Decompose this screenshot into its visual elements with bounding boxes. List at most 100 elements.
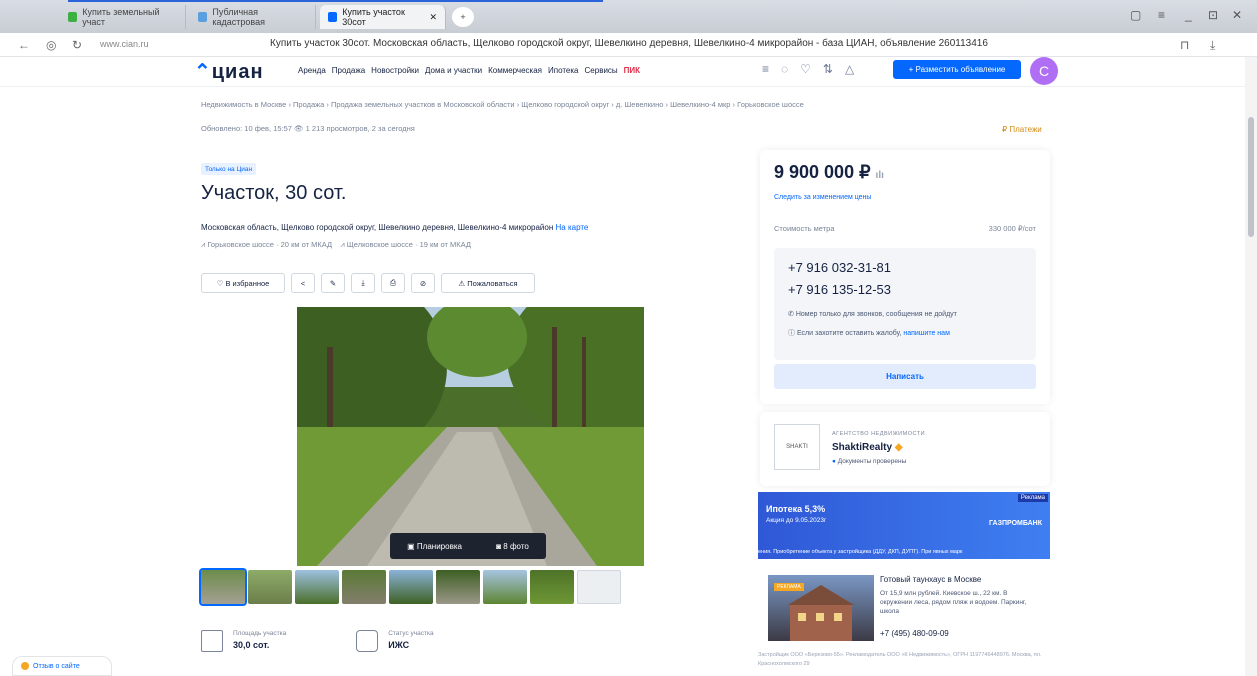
ad-phone[interactable]: +7 (495) 480-09-09 (880, 629, 949, 638)
feedback-button[interactable]: Отзыв о сайте (12, 656, 112, 676)
thumbnail[interactable] (248, 570, 292, 604)
cian-logo[interactable]: ⌃циан (194, 59, 264, 84)
back-icon[interactable]: ← (18, 38, 30, 52)
thumbnail[interactable] (389, 570, 433, 604)
browser-tabbar: Купить земельный участ Публичная кадастр… (0, 0, 1257, 33)
shield-icon[interactable]: ◎ (46, 38, 56, 52)
calls-only-note: ✆ Номер только для звонков, сообщения не… (788, 311, 957, 318)
updated-info: Обновлено: 10 фев, 15:57 👁 1 213 просмот… (201, 124, 415, 133)
payments-link[interactable]: ₽ Платежи (1002, 125, 1042, 134)
params: Площадь участка 30,0 сот. Статус участка И… (201, 630, 434, 652)
thumbnail[interactable] (530, 570, 574, 604)
restore-icon[interactable]: ⊡ (1208, 8, 1218, 22)
note-button[interactable]: ✎ (321, 273, 345, 293)
highway-icon: ⩘ (201, 240, 206, 249)
plan-icon: ▣ (407, 541, 417, 551)
address: Московская область, Щелково городской ок… (201, 223, 589, 232)
map-link[interactable]: На карте (556, 223, 589, 232)
thumbnail[interactable] (295, 570, 339, 604)
url-text[interactable]: www.cian.ru (100, 39, 149, 49)
param-area: Площадь участка 30,0 сот. (201, 630, 286, 652)
reload-icon[interactable]: ↻ (72, 38, 82, 52)
thumbnail[interactable] (483, 570, 527, 604)
highway-icon: ⩘ (340, 240, 345, 249)
tablet-mode-icon[interactable]: ▢ (1130, 8, 1141, 22)
feedback-icon (21, 662, 29, 670)
print-button[interactable]: ⎙ (381, 273, 405, 293)
hide-button[interactable]: ⊘ (411, 273, 435, 293)
bell-icon[interactable]: △ (845, 62, 854, 76)
mortgage-ad-banner[interactable]: Реклама Ипотека 5,3% Акция до 9.05.2023г… (758, 492, 1050, 559)
page-title-in-bar: Купить участок 30сот. Московская область… (270, 38, 988, 49)
phone-1[interactable]: +7 916 032-31-81 (788, 260, 891, 275)
scrollbar[interactable] (1245, 57, 1257, 676)
nav-new[interactable]: Новостройки (371, 66, 419, 75)
tab-cadastral-map[interactable]: Публичная кадастровая (190, 5, 316, 29)
complain-button[interactable]: ⚠ Пожаловаться (441, 273, 535, 293)
nav-rent[interactable]: Аренда (298, 66, 326, 75)
main-nav: Аренда Продажа Новостройки Дома и участк… (298, 66, 640, 75)
write-button[interactable]: Написать (774, 364, 1036, 389)
townhouse-ad[interactable]: РЕКЛАМА Готовый таунхаус в Москве От 15,… (758, 565, 1050, 676)
main-photo[interactable] (297, 307, 644, 566)
thumbnail[interactable] (199, 568, 247, 606)
compare-icon[interactable]: ≡ (762, 62, 769, 76)
favorites-icon[interactable]: ♡ (800, 62, 811, 76)
close-tab-icon[interactable]: ✕ (429, 12, 437, 23)
nav-services[interactable]: Сервисы (585, 66, 618, 75)
price-card: 9 900 000 ₽ ılı Следить за изменением це… (760, 150, 1050, 404)
hide-icon: ⊘ (419, 278, 427, 288)
tab-land-search[interactable]: Купить земельный участ (60, 5, 186, 29)
nav-commercial[interactable]: Коммерческая (488, 66, 542, 75)
notifications-icon[interactable]: ⇅ (823, 62, 833, 76)
phone-icon: ✆ (788, 311, 796, 318)
thumbnail-plan[interactable] (577, 570, 621, 604)
scrollbar-thumb[interactable] (1248, 117, 1254, 237)
site-icon (198, 12, 208, 22)
price-per-meter: Стоимость метра 330 000 ₽/сот (774, 224, 1036, 233)
close-window-icon[interactable]: ✕ (1232, 8, 1242, 22)
nav-sale[interactable]: Продажа (332, 66, 365, 75)
cian-icon (328, 12, 338, 22)
plan-button[interactable]: ▣ Планировка (407, 542, 462, 551)
tab-cian-listing[interactable]: Купить участок 30сот ✕ (320, 5, 446, 29)
heart-icon: ♡ (216, 278, 226, 288)
loading-bar (68, 0, 603, 2)
menu-icon[interactable]: ≡ (1158, 8, 1165, 22)
cian-only-badge: Только на Циан (201, 163, 257, 175)
nav-mortgage[interactable]: Ипотека (548, 66, 579, 75)
price: 9 900 000 ₽ ılı (774, 162, 884, 182)
new-tab-button[interactable]: + (452, 7, 474, 27)
header-icons: ≡ ◌ ♡ ⇅ △ (762, 62, 854, 76)
price-chart-icon[interactable]: ılı (876, 170, 884, 181)
address-bar: ← ◎ ↻ www.cian.ru Купить участок 30сот. … (0, 33, 1257, 57)
thumbnail[interactable] (436, 570, 480, 604)
post-ad-button[interactable]: + Разместить объявление (893, 60, 1021, 79)
avatar[interactable]: С (1030, 57, 1058, 85)
bookmark-icon[interactable]: ⊓ (1180, 38, 1189, 52)
share-button[interactable]: < (291, 273, 315, 293)
download-button[interactable]: ⤓ (351, 273, 375, 293)
chat-icon[interactable]: ◌ (781, 62, 788, 76)
favorite-button[interactable]: ♡ В избранное (201, 273, 285, 293)
thumbnail[interactable] (342, 570, 386, 604)
param-status: Статус участка ИЖС (356, 630, 434, 652)
question-icon: ⓘ (788, 330, 797, 337)
agency-card[interactable]: SHAKTI АГЕНТСТВО НЕДВИЖИМОСТИ ShaktiReal… (760, 412, 1050, 486)
site-icon (68, 12, 78, 22)
track-price-link[interactable]: Следить за изменением цены (774, 194, 871, 201)
pencil-icon: ✎ (329, 278, 337, 288)
phone-2[interactable]: +7 916 135-12-53 (788, 282, 891, 297)
logo-mark-icon: ⌃ (194, 61, 212, 83)
photo-chip[interactable]: ▣ Планировка ◙ 8 фото (390, 533, 546, 559)
downloads-icon[interactable]: ⤓ (1210, 38, 1215, 53)
minimize-icon[interactable]: _ (1185, 8, 1192, 22)
warning-icon: ⚠ (458, 278, 468, 288)
write-us-link[interactable]: напишите нам (903, 330, 950, 337)
photos-button[interactable]: ◙ 8 фото (496, 542, 529, 551)
nav-pik[interactable]: ПИК (624, 66, 640, 75)
print-icon: ⎙ (390, 278, 396, 287)
breadcrumb[interactable]: Недвижимость в Москве › Продажа › Продаж… (201, 100, 804, 109)
agency-name[interactable]: ShaktiRealty ◆ (832, 442, 903, 453)
nav-houses[interactable]: Дома и участки (425, 66, 482, 75)
